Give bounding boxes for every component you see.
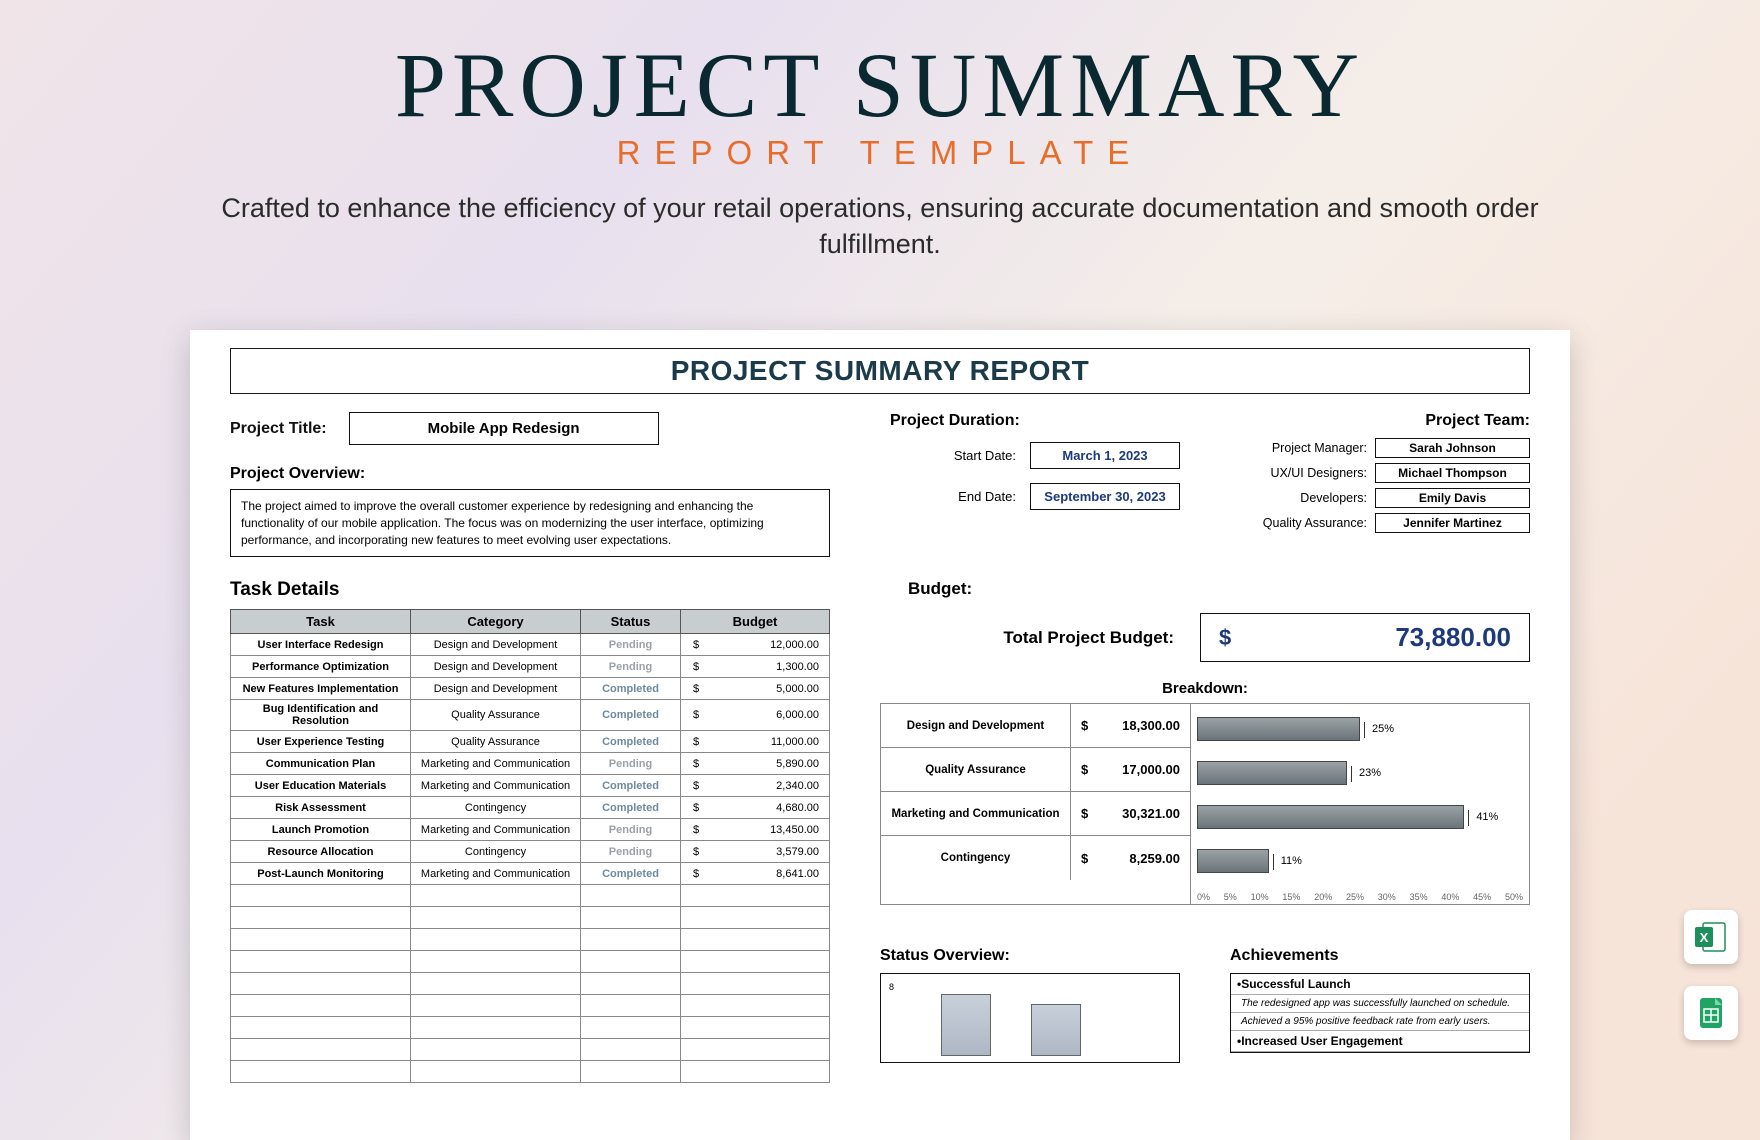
budget-label: Budget:: [908, 579, 1530, 601]
hero-title: PROJECT SUMMARY: [0, 32, 1760, 138]
team-label: Project Team:: [1240, 412, 1530, 430]
table-row: User Interface RedesignDesign and Develo…: [231, 634, 830, 656]
table-row: [231, 1061, 830, 1083]
end-date-value: September 30, 2023: [1030, 483, 1180, 510]
hero: PROJECT SUMMARY REPORT TEMPLATE Crafted …: [0, 0, 1760, 263]
table-row: Performance OptimizationDesign and Devel…: [231, 656, 830, 678]
breakdown-row: Marketing and Communication$30,321.00: [881, 792, 1190, 836]
table-row: Bug Identification and ResolutionQuality…: [231, 700, 830, 731]
table-row: New Features ImplementationDesign and De…: [231, 678, 830, 700]
breakdown-row: Contingency$8,259.00: [881, 836, 1190, 880]
table-row: [231, 1039, 830, 1061]
team-row: UX/UI Designers:Michael Thompson: [1240, 463, 1530, 483]
team-row: Project Manager:Sarah Johnson: [1240, 438, 1530, 458]
format-icons: X: [1684, 910, 1738, 1040]
hero-description: Crafted to enhance the efficiency of you…: [210, 190, 1550, 263]
table-row: [231, 1017, 830, 1039]
report-sheet: PROJECT SUMMARY REPORT Project Title: Mo…: [190, 330, 1570, 1140]
task-table: Task Category Status Budget User Interfa…: [230, 609, 830, 1083]
project-title-value: Mobile App Redesign: [349, 412, 659, 445]
breakdown-container: Design and Development$18,300.00Quality …: [880, 703, 1530, 905]
breakdown-label: Breakdown:: [880, 680, 1530, 697]
table-row: Risk AssessmentContingencyCompleted$4,68…: [231, 797, 830, 819]
table-row: [231, 951, 830, 973]
team-row: Developers:Emily Davis: [1240, 488, 1530, 508]
th-budget: Budget: [681, 610, 830, 634]
breakdown-row: Quality Assurance$17,000.00: [881, 748, 1190, 792]
hero-subtitle: REPORT TEMPLATE: [0, 134, 1760, 172]
project-title-label: Project Title:: [230, 420, 327, 438]
table-row: Launch PromotionMarketing and Communicat…: [231, 819, 830, 841]
status-overview-label: Status Overview:: [880, 947, 1166, 965]
th-task: Task: [231, 610, 411, 634]
table-row: Resource AllocationContingencyPending$3,…: [231, 841, 830, 863]
svg-text:X: X: [1700, 930, 1709, 945]
table-row: [231, 995, 830, 1017]
overview-text: The project aimed to improve the overall…: [230, 489, 830, 557]
table-row: [231, 973, 830, 995]
th-category: Category: [411, 610, 581, 634]
end-date-label: End Date:: [958, 489, 1016, 504]
table-row: User Experience TestingQuality Assurance…: [231, 731, 830, 753]
duration-label: Project Duration:: [890, 412, 1180, 430]
total-budget-value: $ 73,880.00: [1200, 613, 1530, 662]
table-row: [231, 929, 830, 951]
total-budget-label: Total Project Budget:: [880, 628, 1174, 648]
table-row: Post-Launch MonitoringMarketing and Comm…: [231, 863, 830, 885]
overview-label: Project Overview:: [230, 465, 830, 483]
task-details-label: Task Details: [230, 579, 830, 601]
breakdown-chart: 25%23%41%11%0%5%10%15%20%25%30%35%40%45%…: [1191, 704, 1529, 904]
excel-icon[interactable]: X: [1684, 910, 1738, 964]
achievements-box: •Successful LaunchThe redesigned app was…: [1230, 973, 1530, 1053]
report-title: PROJECT SUMMARY REPORT: [230, 348, 1530, 394]
table-row: [231, 907, 830, 929]
google-sheets-icon[interactable]: [1684, 986, 1738, 1040]
table-row: User Education MaterialsMarketing and Co…: [231, 775, 830, 797]
table-row: [231, 885, 830, 907]
start-date-value: March 1, 2023: [1030, 442, 1180, 469]
breakdown-row: Design and Development$18,300.00: [881, 704, 1190, 748]
achievements-label: Achievements: [1230, 947, 1516, 965]
th-status: Status: [581, 610, 681, 634]
start-date-label: Start Date:: [954, 448, 1016, 463]
status-chart: 8: [880, 973, 1180, 1063]
team-row: Quality Assurance:Jennifer Martinez: [1240, 513, 1530, 533]
table-row: Communication PlanMarketing and Communic…: [231, 753, 830, 775]
